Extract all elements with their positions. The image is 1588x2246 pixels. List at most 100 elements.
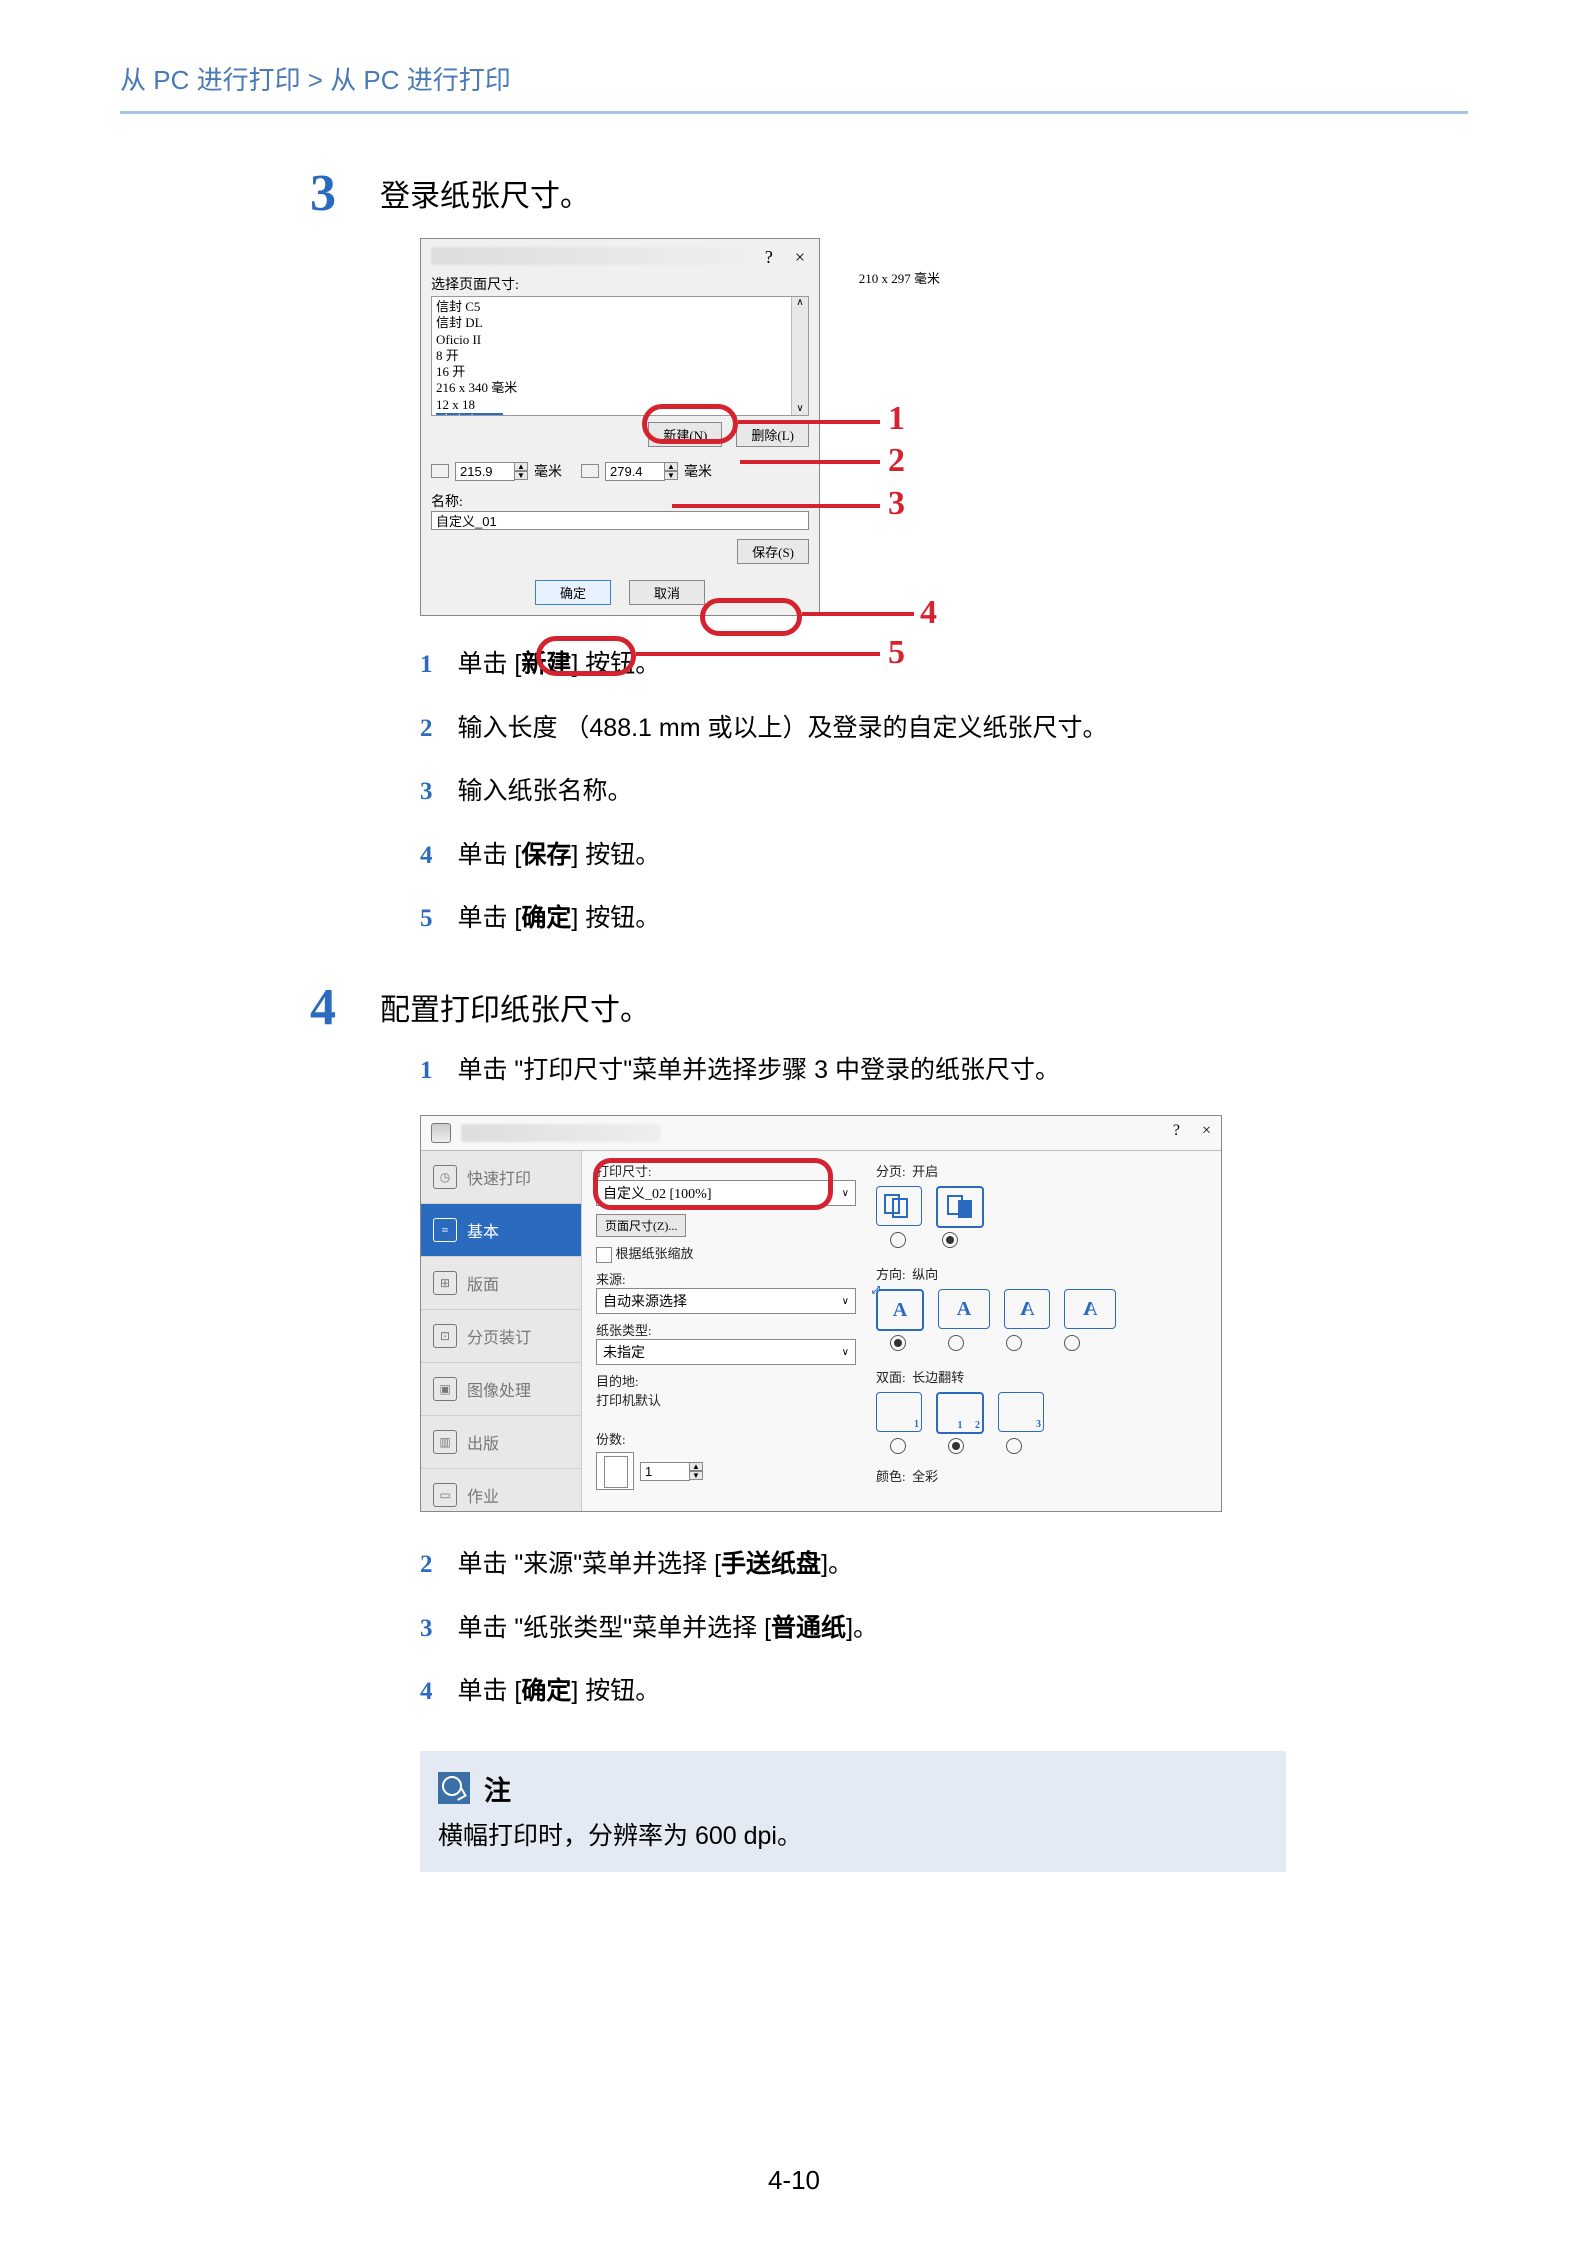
substep-3-4: 4 单击 [保存] 按钮。	[420, 837, 1468, 875]
duplex-radios[interactable]	[876, 1438, 1207, 1454]
collate-option-2[interactable]	[936, 1186, 984, 1228]
duplex-off[interactable]: 1	[876, 1392, 922, 1432]
book-icon: ▥	[433, 1430, 457, 1454]
note-body: 横幅打印时，分辨率为 600 dpi。	[438, 1816, 1268, 1852]
duplex-value: 长边翻转	[912, 1370, 964, 1385]
orient-portrait-rot[interactable]: A	[1004, 1289, 1050, 1329]
step-3-number: 3	[310, 164, 380, 220]
dest-label: 目的地:	[596, 1371, 856, 1390]
orient-radios[interactable]	[876, 1335, 1207, 1351]
callout-line-2	[740, 460, 880, 464]
collate-option-1[interactable]	[876, 1186, 922, 1226]
copies-spinner[interactable]: ▲▼	[640, 1462, 703, 1481]
tab-image[interactable]: ▣ 图像处理	[421, 1363, 581, 1416]
copies-input[interactable]	[640, 1462, 690, 1481]
name-label: 名称:	[431, 491, 809, 511]
height-input[interactable]	[605, 462, 665, 481]
collate-radios[interactable]	[876, 1232, 1207, 1248]
step-4-number: 4	[310, 978, 380, 1034]
list-icon: ≡	[433, 1218, 457, 1242]
link-height-icon	[581, 464, 599, 478]
cancel-button[interactable]: 取消	[629, 580, 705, 605]
orient-value: 纵向	[912, 1267, 938, 1282]
dialog2-title-blur	[461, 1124, 661, 1142]
page-size-button[interactable]: 页面尺寸(Z)...	[596, 1214, 686, 1237]
close-icon[interactable]: ×	[795, 247, 805, 268]
image-icon: ▣	[433, 1377, 457, 1401]
callout-num-4: 4	[920, 594, 937, 632]
callout-num-3: 3	[888, 485, 905, 523]
auto-scale-label: 根据纸张缩放	[616, 1246, 694, 1261]
orient-portrait[interactable]: ⤢A	[876, 1289, 924, 1331]
duplex-long[interactable]: 12	[936, 1392, 984, 1434]
delete-button[interactable]: 删除(L)	[736, 422, 809, 447]
substep-4-4: 4 单击 [确定] 按钮。	[420, 1673, 1468, 1711]
tab-quick-print[interactable]: ◷ 快速打印	[421, 1151, 581, 1204]
height-spinner[interactable]: ▲▼	[605, 462, 678, 481]
substep-4-2: 2 单击 "来源"菜单并选择 [手送纸盘]。	[420, 1546, 1468, 1584]
page-size-listbox[interactable]: 信封 C5 信封 DL Oficio II 8 开 16 开 216 x 340…	[431, 296, 809, 416]
note-title: 注	[484, 1769, 511, 1808]
media-label: 纸张类型:	[596, 1320, 856, 1339]
divider	[120, 111, 1468, 114]
substep-4-3: 3 单击 "纸张类型"菜单并选择 [普通纸]。	[420, 1610, 1468, 1648]
new-button[interactable]: 新建(N)	[648, 422, 722, 447]
copies-label: 份数:	[596, 1429, 856, 1448]
current-size-info: 210 x 297 毫米	[859, 268, 940, 287]
tab-publish[interactable]: ▥ 出版	[421, 1416, 581, 1469]
orient-label: 方向:	[876, 1267, 906, 1282]
step-3-header: 3 登录纸张尺寸。	[310, 164, 1468, 220]
source-combo[interactable]: 自动来源选择 ∨	[596, 1288, 856, 1314]
orient-landscape-rot[interactable]: A	[1064, 1289, 1116, 1329]
substep-3-3: 3 输入纸张名称。	[420, 773, 1468, 811]
unit-label: 毫米	[534, 461, 562, 481]
media-combo[interactable]: 未指定 ∨	[596, 1339, 856, 1365]
print-size-label: 打印尺寸:	[596, 1161, 856, 1180]
print-size-combo[interactable]: 自定义_02 [100%] ∨	[596, 1180, 856, 1206]
collate-value: 开启	[912, 1164, 938, 1179]
dest-value: 打印机默认	[596, 1390, 856, 1409]
step-3-title: 登录纸张尺寸。	[380, 164, 590, 219]
list-items: 信封 C5 信封 DL Oficio II 8 开 16 开 216 x 340…	[436, 299, 804, 413]
callout-line-5	[636, 652, 880, 656]
list-selected-item: 自定义_01	[436, 413, 503, 416]
color-value: 全彩	[912, 1469, 938, 1484]
scrollbar[interactable]: ∧ ∨	[791, 297, 808, 415]
link-width-icon	[431, 464, 449, 478]
select-page-size-label: 选择页面尺寸:	[431, 274, 809, 294]
tab-list: ◷ 快速打印 ≡ 基本 ⊞ 版面 ⊡ 分页装订 ▣ 图像处理	[421, 1151, 582, 1512]
unit-label-2: 毫米	[684, 461, 712, 481]
callout-num-5: 5	[888, 634, 905, 672]
color-label: 颜色:	[876, 1469, 906, 1484]
scroll-down-icon[interactable]: ∨	[796, 403, 803, 416]
callout-line-1	[738, 420, 880, 424]
orient-landscape[interactable]: A	[938, 1289, 990, 1329]
step-4-title: 配置打印纸张尺寸。	[380, 978, 650, 1033]
substep-3-5: 5 单击 [确定] 按钮。	[420, 900, 1468, 938]
callout-num-1: 1	[888, 400, 905, 438]
save-button[interactable]: 保存(S)	[737, 539, 809, 564]
ok-button[interactable]: 确定	[535, 580, 611, 605]
help-icon[interactable]: ?	[765, 247, 773, 268]
printer-icon	[431, 1123, 451, 1143]
tab-job[interactable]: ▭ 作业	[421, 1469, 581, 1512]
duplex-label: 双面:	[876, 1370, 906, 1385]
tab-layout[interactable]: ⊞ 版面	[421, 1257, 581, 1310]
paper-size-dialog: ? × 选择页面尺寸: 210 x 297 毫米 信封 C5 信封 DL Ofi…	[420, 238, 820, 616]
scroll-up-icon[interactable]: ∧	[796, 297, 803, 310]
tab-finishing[interactable]: ⊡ 分页装订	[421, 1310, 581, 1363]
help-icon[interactable]: ?	[1173, 1122, 1180, 1140]
tab-basic[interactable]: ≡ 基本	[421, 1204, 581, 1257]
callout-line-4	[802, 612, 914, 616]
auto-scale-checkbox[interactable]	[596, 1247, 612, 1263]
duplex-short[interactable]: 3	[998, 1392, 1044, 1432]
width-input[interactable]	[455, 462, 515, 481]
name-input[interactable]	[431, 511, 809, 530]
chevron-down-icon: ∨	[842, 1347, 849, 1358]
source-label: 来源:	[596, 1269, 856, 1288]
close-icon[interactable]: ×	[1202, 1122, 1211, 1140]
printer-properties-dialog: ? × ◷ 快速打印 ≡ 基本 ⊞ 版面 ⊡ 分页	[420, 1115, 1222, 1512]
page-number: 4-10	[0, 2165, 1588, 2196]
grid-icon: ⊞	[433, 1271, 457, 1295]
width-spinner[interactable]: ▲▼	[455, 462, 528, 481]
